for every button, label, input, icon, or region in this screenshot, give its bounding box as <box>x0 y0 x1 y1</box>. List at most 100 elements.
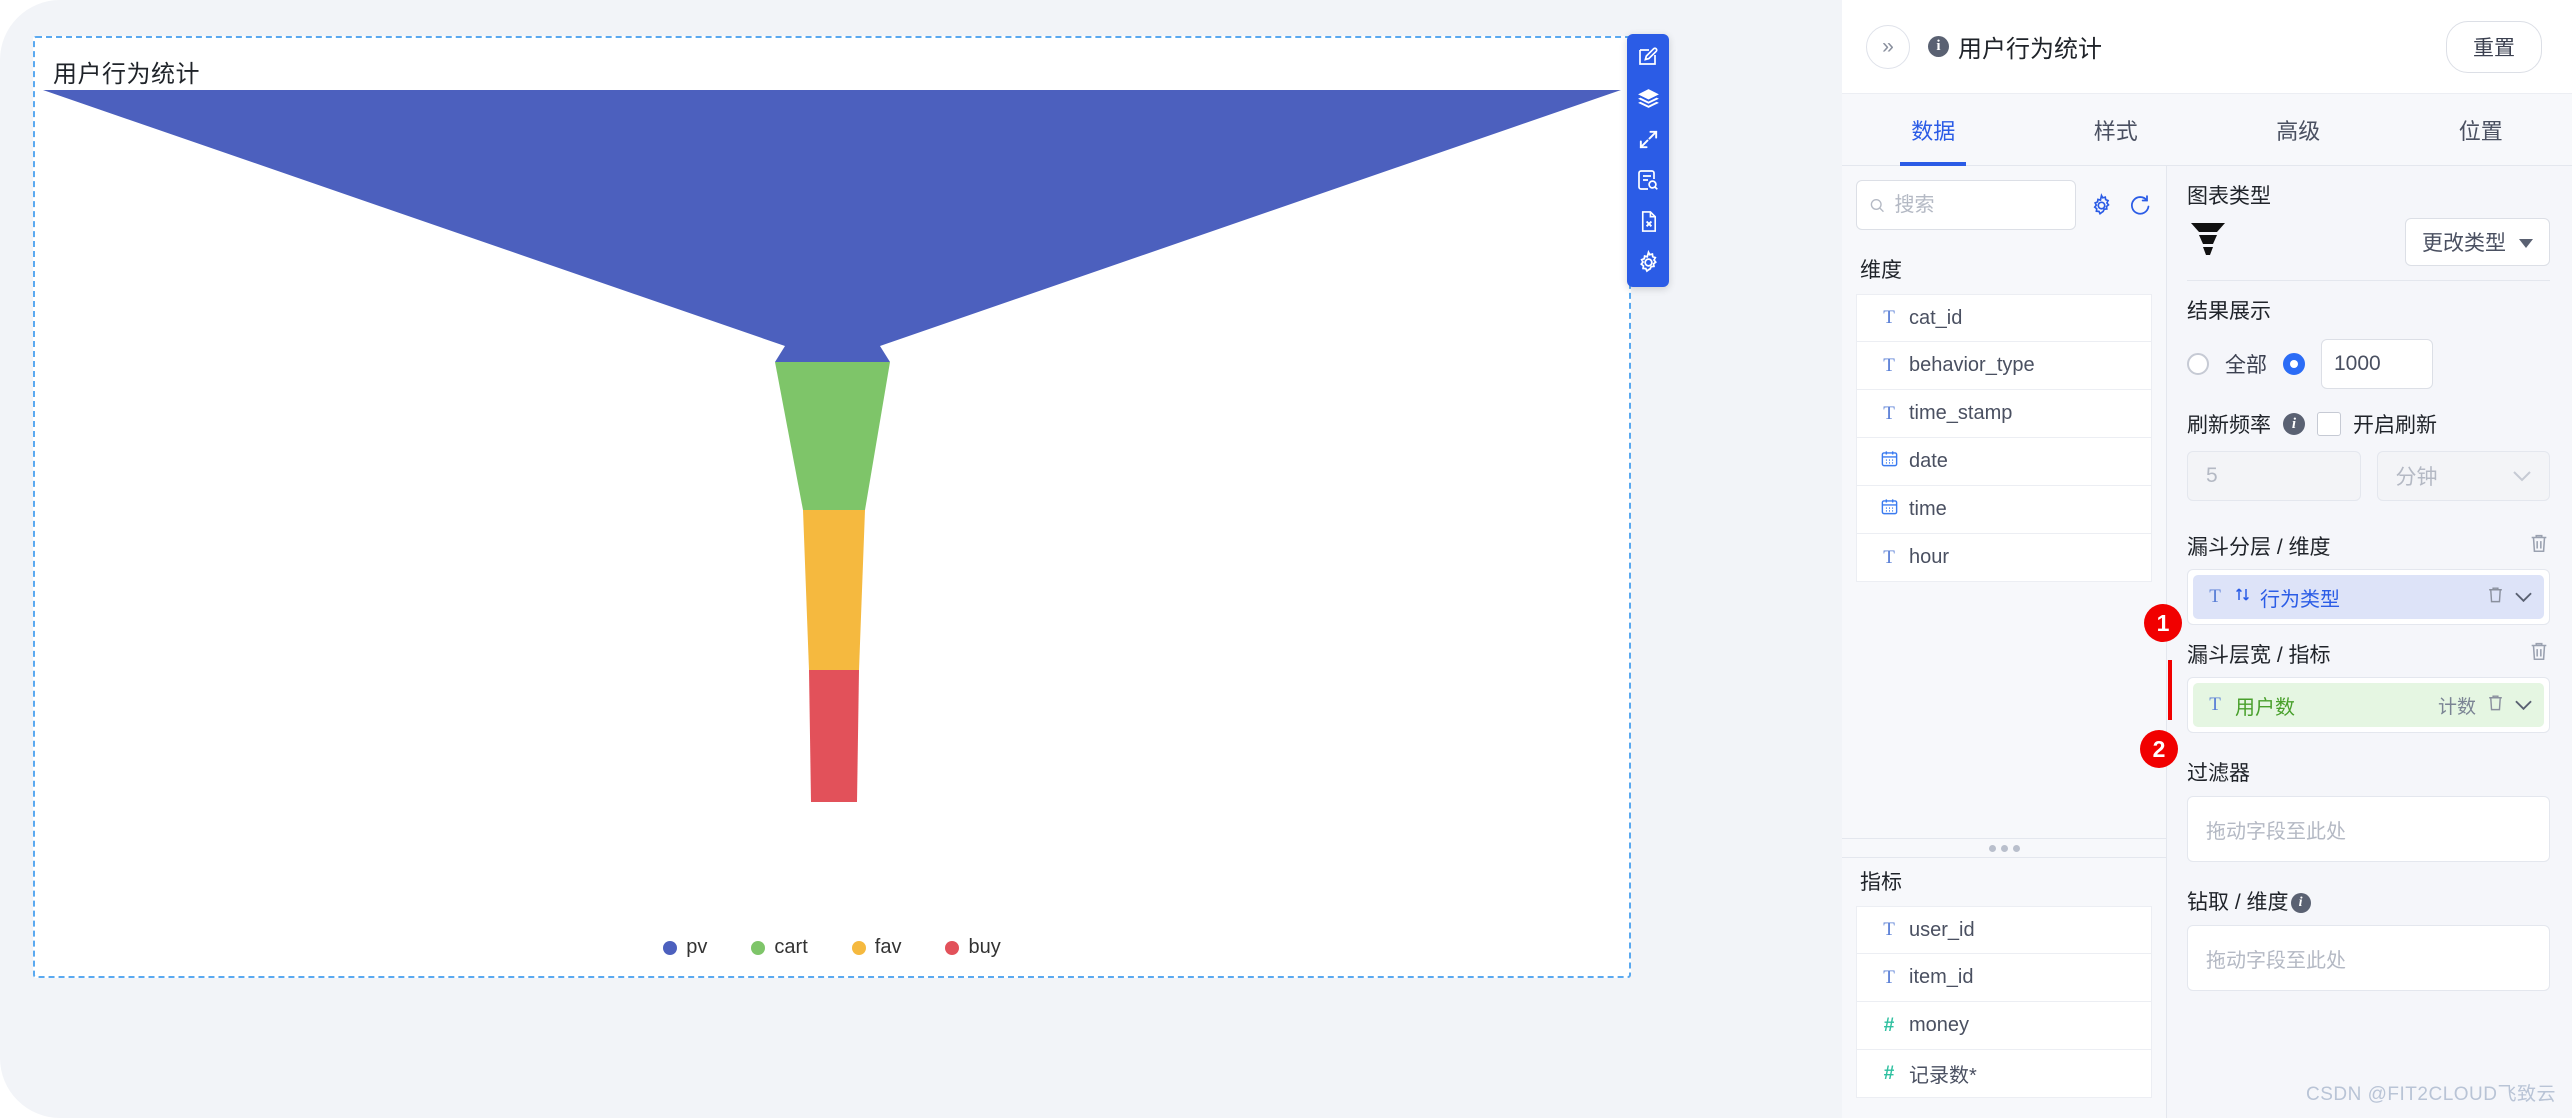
text-type-icon: T <box>2209 694 2221 715</box>
field-label: time_stamp <box>1909 402 2013 424</box>
edit-icon[interactable] <box>1633 42 1663 72</box>
refresh-header: 刷新频率 i 开启刷新 <box>2187 409 2550 439</box>
refresh-section: 刷新频率 i 开启刷新 5 分钟 <box>2187 403 2550 515</box>
field-item-user-id[interactable]: T user_id <box>1856 906 2152 954</box>
reset-button[interactable]: 重置 <box>2446 20 2542 73</box>
funnel-width-section: 漏斗层宽 / 指标 T 用户数 计数 <box>2187 639 2550 733</box>
drill-dropzone[interactable]: 拖动字段至此处 <box>2187 925 2550 991</box>
panel-header: » i 用户行为统计 重置 <box>1842 0 2572 94</box>
radio-all[interactable] <box>2187 353 2209 375</box>
funnel-layer-dropzone[interactable]: T 行为类型 <box>2187 569 2550 625</box>
refresh-unit-select[interactable]: 分钟 <box>2376 451 2550 501</box>
funnel-width-dropzone[interactable]: T 用户数 计数 <box>2187 677 2550 733</box>
funnel-layer-label: 漏斗分层 / 维度 <box>2187 536 2331 559</box>
chart-type-label: 图表类型 <box>2187 185 2271 208</box>
legend-color-swatch-cart <box>751 940 766 955</box>
fields-splitter[interactable] <box>1842 838 2166 858</box>
calendar-icon <box>1879 497 1899 522</box>
funnel-segment-fav[interactable] <box>803 510 865 670</box>
filter-section: 过滤器 拖动字段至此处 <box>2187 757 2550 862</box>
change-chart-type-button[interactable]: 更改类型 <box>2405 218 2550 266</box>
legend-color-swatch-pv <box>663 940 678 955</box>
splitter-dot <box>2012 844 2020 852</box>
field-item-time[interactable]: time <box>1856 486 2152 534</box>
field-item-time-stamp[interactable]: T time_stamp <box>1856 390 2152 438</box>
gear-icon[interactable] <box>1633 247 1663 277</box>
annotation-marker-2: 2 <box>2140 730 2178 768</box>
collapse-panel-button[interactable]: » <box>1866 24 1910 69</box>
search-icon <box>1870 198 1884 212</box>
radio-all-label: 全部 <box>2225 354 2267 377</box>
search-box[interactable] <box>1856 180 2076 230</box>
funnel-segment-pv[interactable] <box>43 90 1621 362</box>
radio-limit[interactable] <box>2283 353 2305 375</box>
tab-data[interactable]: 数据 <box>1842 94 2025 165</box>
enable-refresh-label: 开启刷新 <box>2353 414 2437 437</box>
drill-label-text: 钻取 / 维度 <box>2187 891 2289 914</box>
expand-icon[interactable] <box>1633 124 1663 154</box>
funnel-width-menu-chevron-icon[interactable] <box>2515 694 2532 717</box>
enable-refresh-checkbox[interactable] <box>2317 412 2341 436</box>
legend-item[interactable]: pv <box>663 936 707 959</box>
dimensions-section: 维度 T cat_id T behavior_type T time_stamp <box>1842 246 2166 582</box>
search-input[interactable] <box>1894 193 2063 217</box>
field-item-behavior-type[interactable]: T behavior_type <box>1856 342 2152 390</box>
tab-style[interactable]: 样式 <box>2025 94 2208 165</box>
field-item-record-count[interactable]: # 记录数* <box>1856 1050 2152 1098</box>
legend-item[interactable]: cart <box>751 936 808 959</box>
text-type-icon: T <box>1883 919 1895 940</box>
chart-type-row: 更改类型 <box>2187 218 2550 266</box>
field-item-hour[interactable]: T hour <box>1856 534 2152 582</box>
filter-dropzone[interactable]: 拖动字段至此处 <box>2187 796 2550 862</box>
text-type-icon: T <box>1883 354 1895 376</box>
funnel-segment-buy[interactable] <box>809 670 859 802</box>
funnel-width-aggregation: 计数 <box>2437 696 2476 718</box>
funnel-layer-section: 漏斗分层 / 维度 T 行为类型 <box>2187 531 2550 625</box>
clear-funnel-layer-icon[interactable] <box>2528 532 2550 560</box>
legend-item[interactable]: fav <box>851 936 902 959</box>
tab-advanced[interactable]: 高级 <box>2207 94 2390 165</box>
chart-toolbar <box>1627 34 1669 287</box>
field-item-cat-id[interactable]: T cat_id <box>1856 294 2152 342</box>
info-icon: i <box>2290 893 2311 914</box>
funnel-segment-cart[interactable] <box>775 362 890 510</box>
field-label: hour <box>1909 546 1950 568</box>
app-root: 用户行为统计 pv cart fav buy » i 用户行为统计 重置 数据 … <box>0 0 2572 1118</box>
chevron-down-icon <box>2513 464 2531 488</box>
layers-icon[interactable] <box>1633 83 1663 113</box>
tab-position[interactable]: 位置 <box>2390 94 2572 165</box>
legend-label: buy <box>968 936 1001 958</box>
legend-color-swatch-fav <box>851 940 866 955</box>
funnel-layer-menu-chevron-icon[interactable] <box>2515 586 2532 609</box>
field-label: money <box>1909 1014 1970 1036</box>
funnel-width-chip[interactable]: T 用户数 计数 <box>2193 683 2544 727</box>
remove-funnel-width-icon[interactable] <box>2486 693 2505 718</box>
chart-card[interactable]: 用户行为统计 pv cart fav buy <box>33 36 1631 978</box>
filter-label: 过滤器 <box>2187 762 2250 785</box>
sort-icon[interactable] <box>2235 586 2250 609</box>
text-type-icon: T <box>1883 546 1895 568</box>
funnel-layer-field-name: 行为类型 <box>2260 588 2340 611</box>
clear-funnel-width-icon[interactable] <box>2528 640 2550 668</box>
canvas-area: 用户行为统计 pv cart fav buy <box>0 0 1845 1118</box>
export-file-icon[interactable] <box>1633 206 1663 236</box>
field-settings-gear-icon[interactable] <box>2089 192 2114 218</box>
field-refresh-icon[interactable] <box>2127 193 2152 218</box>
remove-funnel-layer-icon[interactable] <box>2486 585 2505 610</box>
legend-item[interactable]: buy <box>945 936 1001 959</box>
field-label: behavior_type <box>1909 354 2035 376</box>
field-item-date[interactable]: date <box>1856 438 2152 486</box>
field-item-item-id[interactable]: T item_id <box>1856 954 2152 1002</box>
detail-search-icon[interactable] <box>1633 165 1663 195</box>
funnel-layer-chip[interactable]: T 行为类型 <box>2193 575 2544 619</box>
annotation-connector <box>2168 660 2172 720</box>
refresh-unit-value: 分钟 <box>2395 466 2438 489</box>
refresh-label: 刷新频率 <box>2187 414 2271 437</box>
config-column: 图表类型 更改类型 结果展示 全部 1000 刷新频率 i 开启刷新 5 分钟 … <box>2167 166 2572 1118</box>
result-limit-input[interactable] <box>2321 339 2433 389</box>
field-item-money[interactable]: # money <box>1856 1002 2152 1050</box>
funnel-chart[interactable] <box>35 90 1629 920</box>
legend-label: fav <box>874 936 902 958</box>
info-icon: i <box>2283 413 2305 435</box>
refresh-interval-input[interactable]: 5 <box>2187 451 2361 501</box>
